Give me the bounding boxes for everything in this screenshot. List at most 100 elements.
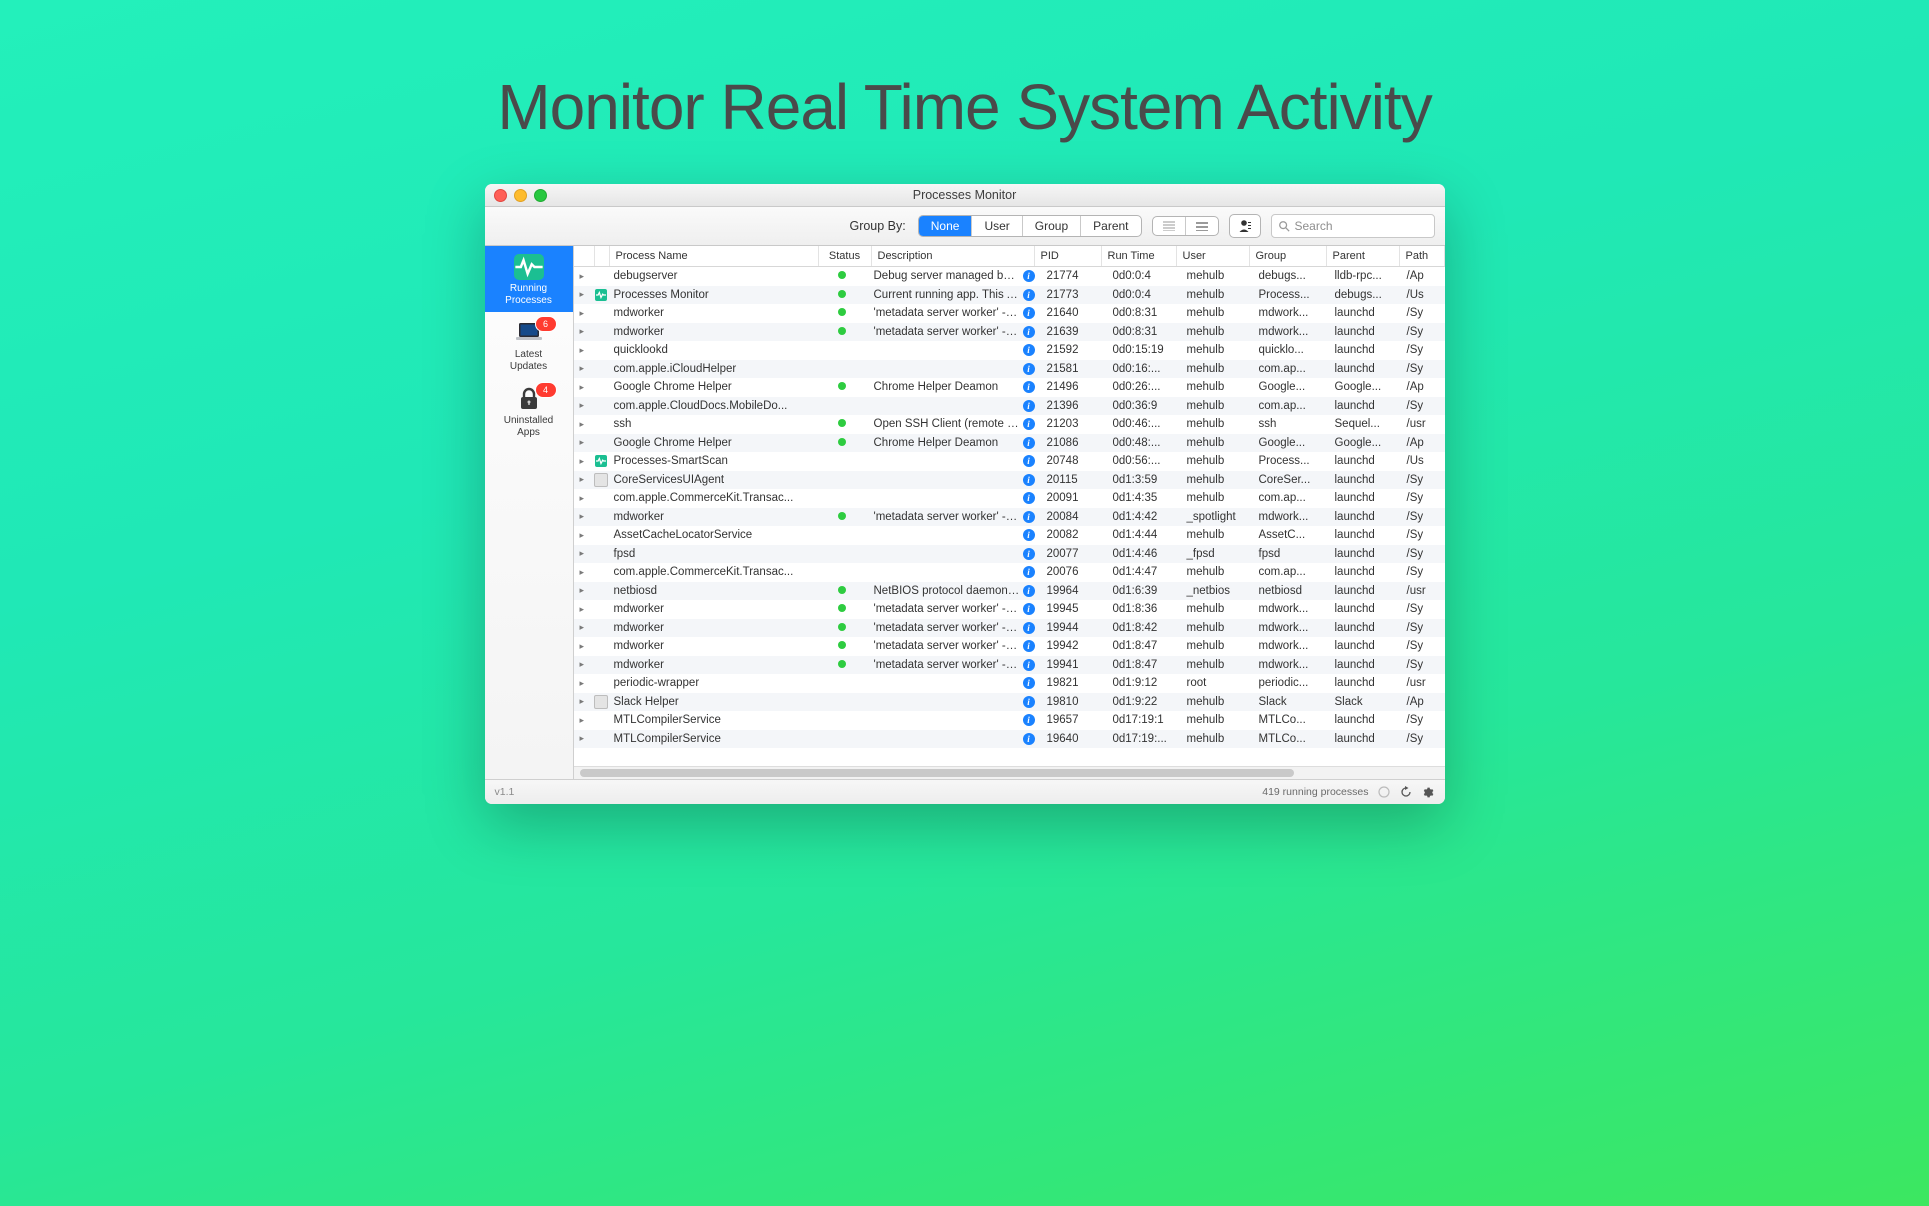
disclosure-icon[interactable]: ▸	[580, 696, 585, 707]
table-row[interactable]: ▸Google Chrome HelperChrome Helper Deamo…	[574, 434, 1445, 453]
table-row[interactable]: ▸mdworker'metadata server worker' - A sp…	[574, 508, 1445, 527]
disclosure-icon[interactable]: ▸	[580, 326, 585, 337]
col-name[interactable]: Process Name	[610, 246, 819, 266]
table-row[interactable]: ▸mdworker'metadata server worker' - A sp…	[574, 600, 1445, 619]
info-icon[interactable]: i	[1023, 326, 1035, 338]
table-row[interactable]: ▸mdworker'metadata server worker' - A sp…	[574, 656, 1445, 675]
disclosure-icon[interactable]: ▸	[580, 604, 585, 615]
close-icon[interactable]	[494, 189, 507, 202]
table-row[interactable]: ▸netbiosdNetBIOS protocol daemon. netbio…	[574, 582, 1445, 601]
disclosure-icon[interactable]: ▸	[580, 511, 585, 522]
table-row[interactable]: ▸com.apple.CommerceKit.Transac...i200910…	[574, 489, 1445, 508]
settings-button[interactable]	[1421, 785, 1435, 799]
info-icon[interactable]: i	[1023, 566, 1035, 578]
table-row[interactable]: ▸periodic-wrapperi198210d1:9:12rootperio…	[574, 674, 1445, 693]
info-icon[interactable]: i	[1023, 437, 1035, 449]
info-icon[interactable]: i	[1023, 344, 1035, 356]
minimize-icon[interactable]	[514, 189, 527, 202]
sidebar-item-running-processes[interactable]: RunningProcesses	[485, 246, 573, 312]
table-row[interactable]: ▸AssetCacheLocatorServicei200820d1:4:44m…	[574, 526, 1445, 545]
disclosure-icon[interactable]: ▸	[580, 437, 585, 448]
disclosure-icon[interactable]: ▸	[580, 641, 585, 652]
info-icon[interactable]: i	[1023, 363, 1035, 375]
disclosure-icon[interactable]: ▸	[580, 400, 585, 411]
info-icon[interactable]: i	[1023, 400, 1035, 412]
info-icon[interactable]: i	[1023, 714, 1035, 726]
group-none-button[interactable]: None	[919, 216, 973, 236]
table-row[interactable]: ▸mdworker'metadata server worker' - A sp…	[574, 323, 1445, 342]
table-row[interactable]: ▸mdworker'metadata server worker' - A sp…	[574, 304, 1445, 323]
disclosure-icon[interactable]: ▸	[580, 715, 585, 726]
table-body[interactable]: ▸debugserverDebug server managed by xcod…	[574, 267, 1445, 766]
disclosure-icon[interactable]: ▸	[580, 548, 585, 559]
table-row[interactable]: ▸mdworker'metadata server worker' - A sp…	[574, 619, 1445, 638]
disclosure-icon[interactable]: ▸	[580, 622, 585, 633]
group-group-button[interactable]: Group	[1023, 216, 1081, 236]
col-status[interactable]: Status	[819, 246, 872, 266]
disclosure-icon[interactable]: ▸	[580, 567, 585, 578]
info-icon[interactable]: i	[1023, 622, 1035, 634]
disclosure-icon[interactable]: ▸	[580, 474, 585, 485]
table-row[interactable]: ▸mdworker'metadata server worker' - A sp…	[574, 637, 1445, 656]
info-icon[interactable]: i	[1023, 455, 1035, 467]
refresh-button[interactable]	[1399, 785, 1413, 799]
table-row[interactable]: ▸com.apple.iCloudHelperi215810d0:16:...m…	[574, 360, 1445, 379]
info-icon[interactable]: i	[1023, 733, 1035, 745]
info-icon[interactable]: i	[1023, 289, 1035, 301]
table-row[interactable]: ▸sshOpen SSH Client (remote login pr...i…	[574, 415, 1445, 434]
table-row[interactable]: ▸Processes-SmartScani207480d0:56:...mehu…	[574, 452, 1445, 471]
info-icon[interactable]: i	[1023, 474, 1035, 486]
table-row[interactable]: ▸Processes MonitorCurrent running app. T…	[574, 286, 1445, 305]
col-desc[interactable]: Description	[872, 246, 1035, 266]
info-icon[interactable]: i	[1023, 659, 1035, 671]
disclosure-icon[interactable]: ▸	[580, 308, 585, 319]
disclosure-icon[interactable]: ▸	[580, 345, 585, 356]
info-icon[interactable]: i	[1023, 270, 1035, 282]
info-icon[interactable]: i	[1023, 696, 1035, 708]
table-row[interactable]: ▸com.apple.CloudDocs.MobileDo...i213960d…	[574, 397, 1445, 416]
info-icon[interactable]: i	[1023, 677, 1035, 689]
table-row[interactable]: ▸Slack Helperi198100d1:9:22mehulbSlackSl…	[574, 693, 1445, 712]
table-row[interactable]: ▸CoreServicesUIAgenti201150d1:3:59mehulb…	[574, 471, 1445, 490]
info-icon[interactable]: i	[1023, 511, 1035, 523]
group-parent-button[interactable]: Parent	[1081, 216, 1140, 236]
search-input[interactable]: Search	[1271, 214, 1435, 238]
disclosure-icon[interactable]: ▸	[580, 493, 585, 504]
info-icon[interactable]: i	[1023, 418, 1035, 430]
disclosure-icon[interactable]: ▸	[580, 419, 585, 430]
info-icon[interactable]: i	[1023, 529, 1035, 541]
table-row[interactable]: ▸com.apple.CommerceKit.Transac...i200760…	[574, 563, 1445, 582]
table-row[interactable]: ▸Google Chrome HelperChrome Helper Deamo…	[574, 378, 1445, 397]
col-parent[interactable]: Parent	[1327, 246, 1400, 266]
col-user[interactable]: User	[1177, 246, 1250, 266]
sidebar-item-uninstalled-apps[interactable]: 4 UninstalledApps	[485, 378, 573, 444]
col-run[interactable]: Run Time	[1102, 246, 1177, 266]
table-row[interactable]: ▸fpsdi200770d1:4:46_fpsdfpsdlaunchd/Sy	[574, 545, 1445, 564]
disclosure-icon[interactable]: ▸	[580, 678, 585, 689]
info-icon[interactable]: i	[1023, 603, 1035, 615]
col-pid[interactable]: PID	[1035, 246, 1102, 266]
sidebar-item-latest-updates[interactable]: 6 LatestUpdates	[485, 312, 573, 378]
disclosure-icon[interactable]: ▸	[580, 271, 585, 282]
disclosure-icon[interactable]: ▸	[580, 363, 585, 374]
info-icon[interactable]: i	[1023, 492, 1035, 504]
user-details-button[interactable]	[1229, 214, 1261, 238]
disclosure-icon[interactable]: ▸	[580, 585, 585, 596]
col-path[interactable]: Path	[1400, 246, 1445, 266]
info-icon[interactable]: i	[1023, 585, 1035, 597]
zoom-icon[interactable]	[534, 189, 547, 202]
disclosure-icon[interactable]: ▸	[580, 456, 585, 467]
col-group[interactable]: Group	[1250, 246, 1327, 266]
disclosure-icon[interactable]: ▸	[580, 659, 585, 670]
info-icon[interactable]: i	[1023, 548, 1035, 560]
disclosure-icon[interactable]: ▸	[580, 289, 585, 300]
info-icon[interactable]: i	[1023, 307, 1035, 319]
table-row[interactable]: ▸debugserverDebug server managed by xcod…	[574, 267, 1445, 286]
view-expanded-button[interactable]	[1186, 217, 1218, 235]
disclosure-icon[interactable]: ▸	[580, 733, 585, 744]
table-row[interactable]: ▸MTLCompilerServicei196570d17:19:1mehulb…	[574, 711, 1445, 730]
info-icon[interactable]: i	[1023, 381, 1035, 393]
view-compact-button[interactable]	[1153, 217, 1186, 235]
info-icon[interactable]: i	[1023, 640, 1035, 652]
horizontal-scrollbar[interactable]	[574, 766, 1445, 779]
